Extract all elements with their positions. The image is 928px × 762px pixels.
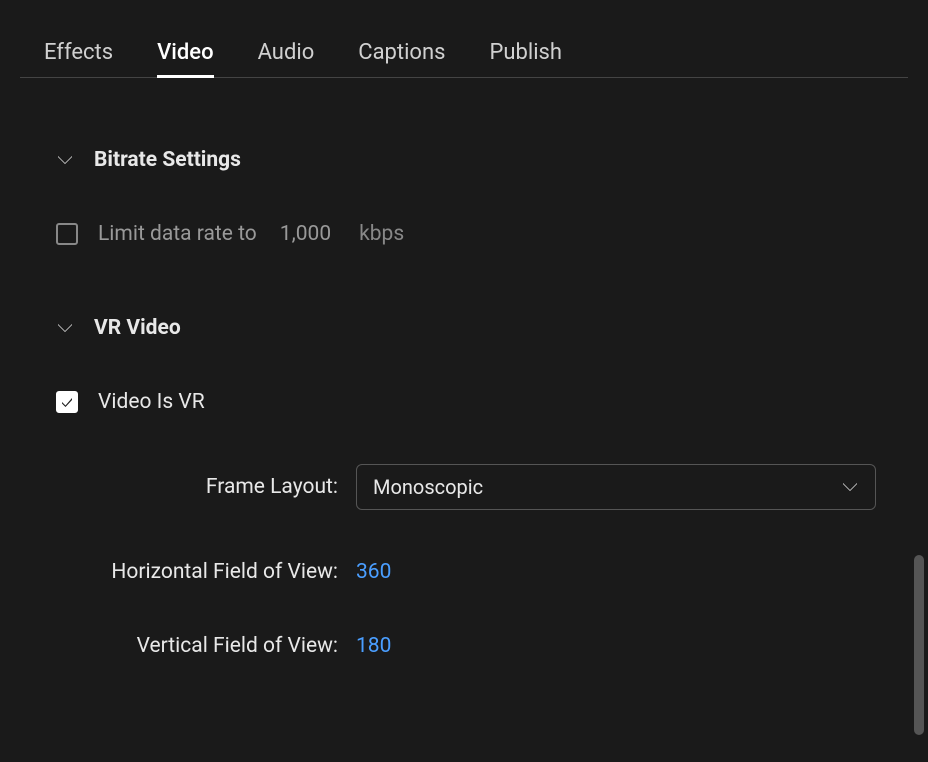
vr-section-header[interactable]: VR Video [56, 316, 908, 340]
tab-video[interactable]: Video [157, 40, 213, 77]
hfov-value[interactable]: 360 [356, 560, 391, 584]
frame-layout-label: Frame Layout: [56, 475, 356, 499]
limit-data-rate-row: Limit data rate to 1,000 kbps [56, 222, 908, 246]
content-area: Bitrate Settings Limit data rate to 1,00… [0, 148, 928, 658]
section-bitrate: Bitrate Settings Limit data rate to 1,00… [20, 148, 908, 246]
vr-section-title: VR Video [94, 316, 181, 340]
limit-data-rate-label: Limit data rate to [98, 222, 257, 246]
bitrate-section-header[interactable]: Bitrate Settings [56, 148, 908, 172]
scrollbar-thumb[interactable] [914, 555, 924, 735]
vfov-label: Vertical Field of View: [56, 634, 356, 658]
tab-audio[interactable]: Audio [258, 40, 315, 77]
bitrate-section-title: Bitrate Settings [94, 148, 241, 172]
chevron-down-icon [56, 319, 74, 337]
limit-data-rate-checkbox[interactable] [56, 223, 78, 245]
tab-publish[interactable]: Publish [490, 40, 563, 77]
limit-data-rate-value[interactable]: 1,000 [280, 222, 331, 246]
chevron-down-icon [841, 478, 859, 496]
frame-layout-dropdown[interactable]: Monoscopic [356, 464, 876, 510]
chevron-down-icon [56, 151, 74, 169]
section-vr: VR Video Video Is VR Frame Layout: Monos… [20, 316, 908, 658]
video-is-vr-label: Video Is VR [98, 390, 205, 414]
video-is-vr-row: Video Is VR [56, 390, 908, 414]
frame-layout-value: Monoscopic [373, 475, 483, 499]
video-is-vr-checkbox[interactable] [56, 391, 78, 413]
frame-layout-row: Frame Layout: Monoscopic [56, 464, 908, 510]
hfov-label: Horizontal Field of View: [56, 560, 356, 584]
vfov-value[interactable]: 180 [356, 634, 391, 658]
tab-effects[interactable]: Effects [44, 40, 113, 77]
bitrate-section-body: Limit data rate to 1,000 kbps [56, 222, 908, 246]
hfov-row: Horizontal Field of View: 360 [56, 560, 908, 584]
limit-data-rate-unit: kbps [359, 222, 404, 246]
tabs-bar: Effects Video Audio Captions Publish [20, 0, 908, 78]
vfov-row: Vertical Field of View: 180 [56, 634, 908, 658]
tab-captions[interactable]: Captions [358, 40, 445, 77]
vr-section-body: Video Is VR Frame Layout: Monoscopic Hor… [56, 390, 908, 658]
